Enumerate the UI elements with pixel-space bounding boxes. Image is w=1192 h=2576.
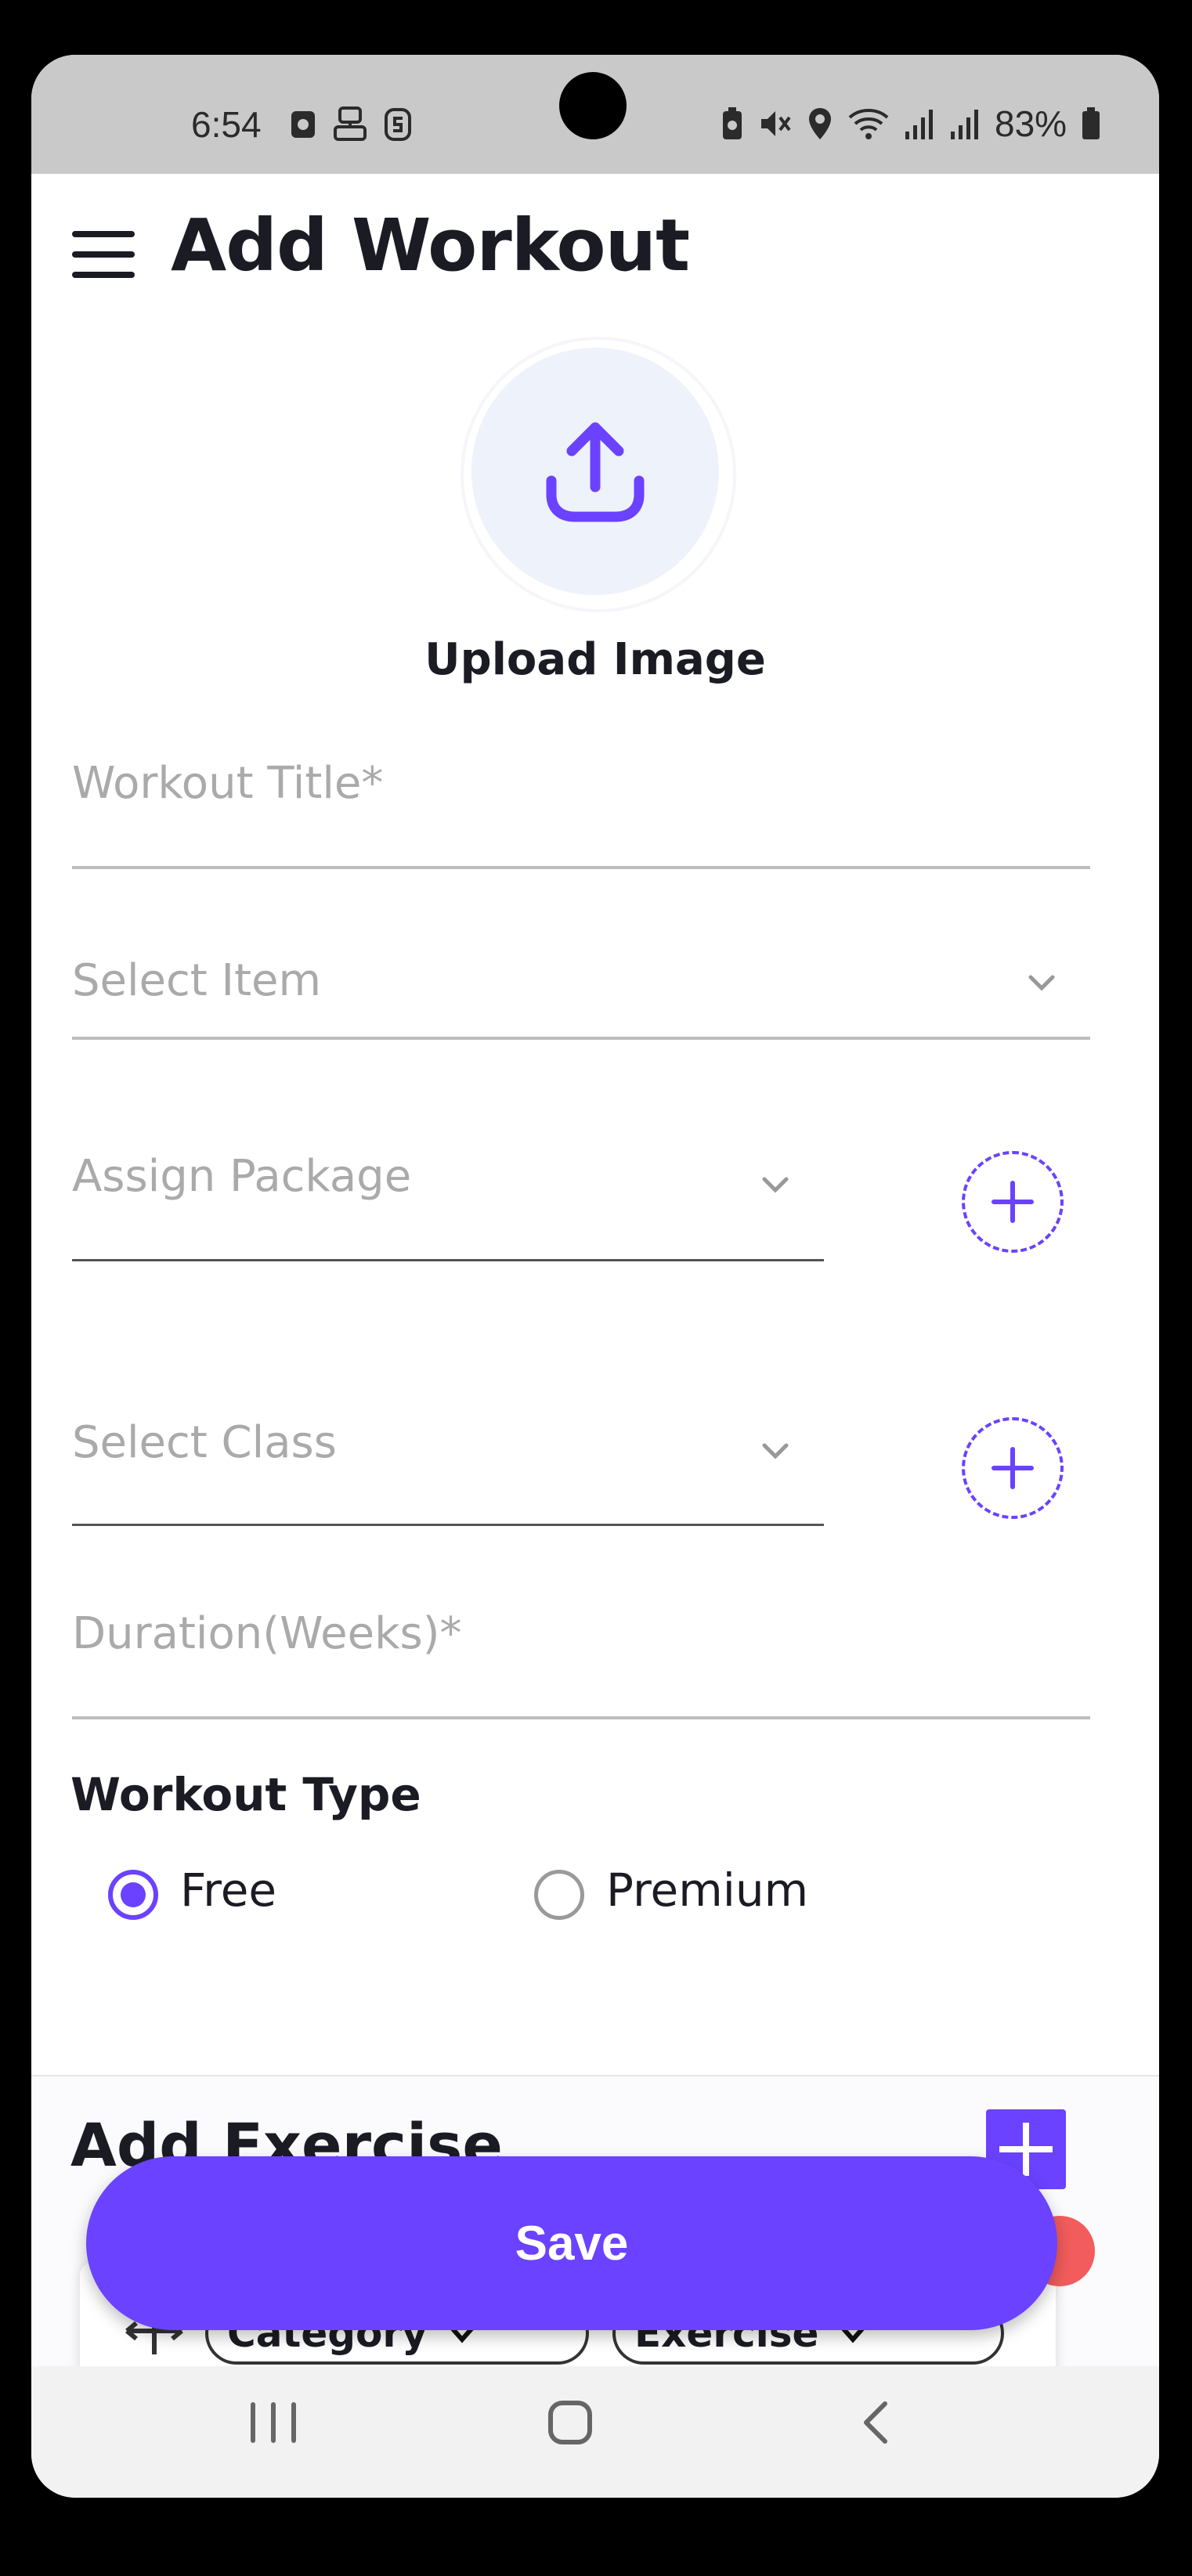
duration-underline [72,1716,1090,1719]
robot-icon [334,106,367,141]
battery-percent: 83% [995,103,1067,144]
upload-icon[interactable] [517,393,674,550]
select-class-underline [72,1524,824,1526]
radio-premium-label[interactable]: Premium [606,1863,808,1917]
assign-package-underline [72,1259,824,1261]
workout-type-label: Workout Type [70,1768,421,1821]
radio-premium[interactable] [534,1870,584,1920]
page-title: Add Workout [171,204,690,287]
notification-icon [291,111,315,138]
add-package-button[interactable] [962,1151,1064,1253]
battery-saver-icon [723,107,742,139]
assign-package-dropdown[interactable]: Assign Package [72,1151,411,1202]
chevron-down-icon[interactable] [757,1165,794,1203]
mute-icon [761,111,791,136]
location-icon [809,108,831,139]
system-nav-bar [31,2366,1159,2498]
radio-free-label[interactable]: Free [180,1863,276,1917]
battery-icon [1082,107,1100,139]
plus-icon [992,1447,1034,1489]
workout-title-underline [72,866,1090,869]
s-app-icon [385,108,411,141]
phone-screen: 6:54 83% Add Workout Upload Image Workou [31,55,1159,2498]
hamburger-menu-icon[interactable] [72,231,135,278]
recents-icon[interactable] [251,2402,299,2443]
back-icon[interactable] [854,2397,901,2448]
wifi-icon [848,109,889,139]
chevron-down-icon[interactable] [757,1431,794,1469]
radio-free[interactable] [108,1870,158,1920]
select-item-dropdown[interactable]: Select Item [72,955,321,1006]
signal-icon [951,110,978,139]
status-time: 6:54 [191,104,262,145]
chevron-down-icon[interactable] [1023,963,1060,1001]
save-button[interactable]: Save [86,2156,1057,2330]
select-item-underline [72,1037,1090,1040]
select-class-dropdown[interactable]: Select Class [72,1417,337,1468]
status-bar: 6:54 83% [31,55,1159,174]
signal-icon [905,110,933,139]
front-camera [559,72,627,139]
plus-icon [992,1181,1034,1223]
add-class-button[interactable] [962,1417,1064,1519]
home-icon[interactable] [548,2401,592,2444]
upload-image-label: Upload Image [424,634,766,685]
duration-weeks-input[interactable]: Duration(Weeks)* [72,1608,462,1659]
workout-title-input[interactable]: Workout Title* [72,758,383,809]
